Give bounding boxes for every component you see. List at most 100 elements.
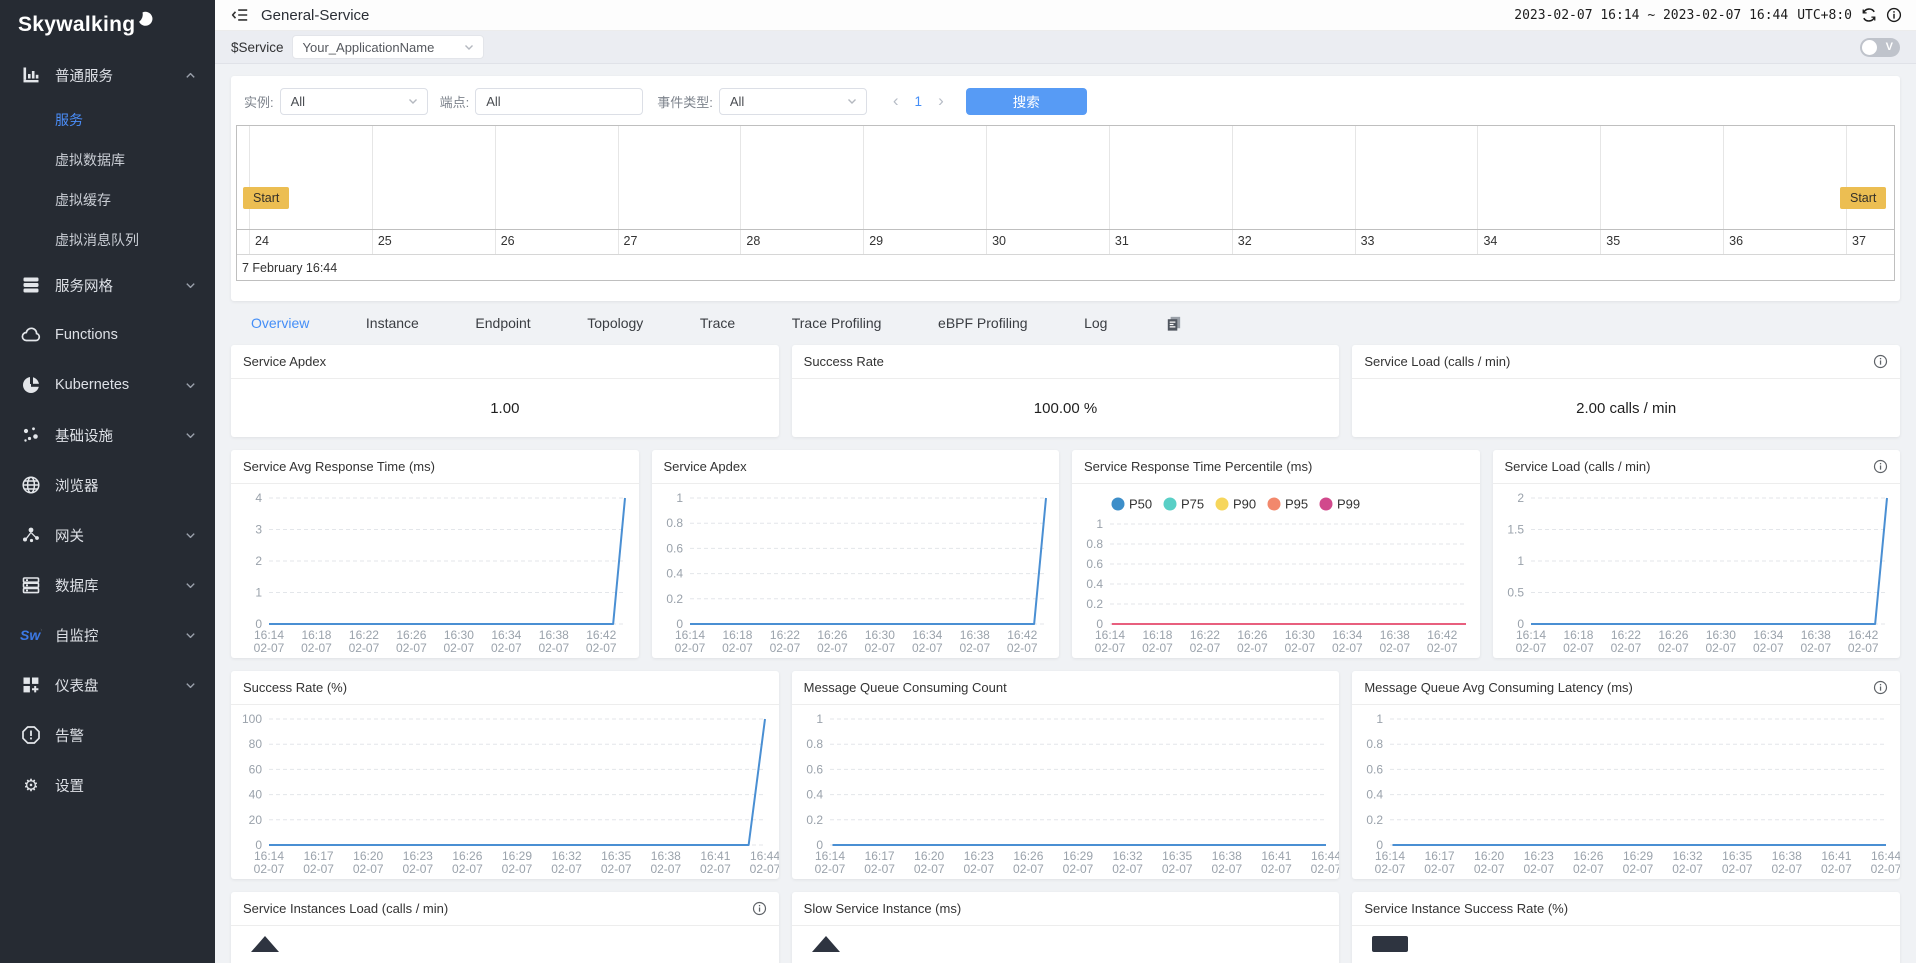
- version-toggle[interactable]: V: [1860, 38, 1900, 57]
- event-timeline[interactable]: StartStart 2425262728293031323334353637 …: [236, 125, 1895, 281]
- sidebar-subitem-虚拟数据库[interactable]: 虚拟数据库: [0, 140, 215, 180]
- info-icon[interactable]: [1873, 680, 1888, 695]
- line-chart: 21.510.5016:1402-0716:1802-0716:2202-071…: [1493, 484, 1901, 658]
- database-icon: [20, 575, 42, 595]
- tab-trace-profiling[interactable]: Trace Profiling: [792, 315, 882, 331]
- svg-text:16:4202-07: 16:4202-07: [1427, 628, 1458, 655]
- search-button[interactable]: 搜索: [966, 88, 1087, 115]
- chevron-down-icon: [463, 41, 475, 53]
- svg-text:20: 20: [249, 813, 263, 827]
- info-icon[interactable]: [1873, 354, 1888, 369]
- card-title: Service Instance Success Rate (%): [1364, 901, 1568, 916]
- timeline-gridline: [863, 126, 864, 229]
- instance-select[interactable]: All: [280, 88, 428, 115]
- time-range[interactable]: 2023-02-07 16:14 ~ 2023-02-07 16:44: [1514, 8, 1788, 23]
- sidebar-item-基础设施[interactable]: 基础设施: [0, 410, 215, 460]
- timeline-gridline: [1355, 126, 1356, 229]
- logo-text: Skywalking: [18, 13, 135, 37]
- svg-text:16:1802-07: 16:1802-07: [1142, 628, 1173, 655]
- sidebar-subitem-虚拟缓存[interactable]: 虚拟缓存: [0, 180, 215, 220]
- tab-ebpf-profiling[interactable]: eBPF Profiling: [938, 315, 1027, 331]
- card-service-load-calls-min-: Service Load (calls / min)21.510.5016:14…: [1493, 450, 1901, 658]
- timeline-grid: Start Start: [237, 126, 1894, 229]
- sidebar-item-普通服务[interactable]: 普通服务: [0, 50, 215, 100]
- sidebar-subitem-虚拟消息队列[interactable]: 虚拟消息队列: [0, 220, 215, 260]
- endpoint-filter-label: 端点:: [440, 92, 470, 111]
- svg-text:16:3402-07: 16:3402-07: [1332, 628, 1363, 655]
- sidebar-subitem-服务[interactable]: 服务: [0, 100, 215, 140]
- svg-text:0.2: 0.2: [1086, 597, 1103, 611]
- svg-text:0.8: 0.8: [1086, 537, 1103, 551]
- tab-overview[interactable]: Overview: [251, 315, 309, 331]
- svg-text:1.5: 1.5: [1507, 523, 1524, 537]
- svg-text:16:2302-07: 16:2302-07: [963, 849, 994, 876]
- svg-text:0.4: 0.4: [806, 788, 823, 802]
- tab-topology[interactable]: Topology: [587, 315, 643, 331]
- card-service-response-time-percentile-ms-: Service Response Time Percentile (ms)P50…: [1072, 450, 1480, 658]
- service-select[interactable]: Your_ApplicationName: [292, 35, 484, 59]
- svg-text:16:2602-07: 16:2602-07: [1573, 849, 1604, 876]
- export-pages-icon[interactable]: [1164, 314, 1183, 333]
- svg-text:16:1702-07: 16:1702-07: [864, 849, 895, 876]
- sw-icon: Sw: [20, 625, 42, 645]
- svg-text:16:3202-07: 16:3202-07: [1112, 849, 1143, 876]
- svg-text:3: 3: [255, 523, 262, 537]
- sidebar: Skywalking 普通服务服务虚拟数据库虚拟缓存虚拟消息队列服务网格Func…: [0, 0, 215, 963]
- card-title: Message Queue Avg Consuming Latency (ms): [1364, 680, 1633, 695]
- sidebar-item-告警[interactable]: 告警: [0, 710, 215, 760]
- next-page-icon[interactable]: ›: [938, 91, 944, 111]
- svg-text:16:2302-07: 16:2302-07: [1524, 849, 1555, 876]
- event-type-select[interactable]: All: [719, 88, 867, 115]
- legend-label: P50: [1129, 497, 1152, 512]
- sidebar-item-自监控[interactable]: Sw自监控: [0, 610, 215, 660]
- refresh-icon[interactable]: [1861, 7, 1877, 23]
- legend-label: P95: [1285, 497, 1308, 512]
- sidebar-item-仪表盘[interactable]: 仪表盘: [0, 660, 215, 710]
- sidebar-item-Functions[interactable]: Functions: [0, 310, 215, 360]
- svg-text:0.2: 0.2: [666, 592, 683, 606]
- event-panel: 实例: All 端点: All 事件类型: All ‹: [231, 76, 1900, 301]
- svg-text:16:3202-07: 16:3202-07: [551, 849, 582, 876]
- timeline-tick: [1232, 230, 1233, 254]
- timeline-tick-label: 35: [1606, 234, 1620, 248]
- svg-text:16:1702-07: 16:1702-07: [303, 849, 334, 876]
- timeline-tick-label: 24: [255, 234, 269, 248]
- endpoint-input[interactable]: All: [475, 88, 643, 115]
- event-type-filter-label: 事件类型:: [657, 92, 713, 111]
- info-icon[interactable]: [1873, 459, 1888, 474]
- top-header: General-Service 2023-02-07 16:14 ~ 2023-…: [215, 0, 1916, 31]
- info-icon[interactable]: [1886, 7, 1902, 23]
- svg-text:16:1402-07: 16:1402-07: [814, 849, 845, 876]
- card-service-instance-success-rate-: Service Instance Success Rate (%): [1352, 892, 1900, 963]
- sidebar-item-Kubernetes[interactable]: Kubernetes: [0, 360, 215, 410]
- tab-trace[interactable]: Trace: [700, 315, 735, 331]
- sidebar-item-网关[interactable]: 网关: [0, 510, 215, 560]
- event-start-badge[interactable]: Start: [1840, 187, 1886, 209]
- page-number[interactable]: 1: [915, 94, 923, 109]
- event-start-badge[interactable]: Start: [243, 187, 289, 209]
- timeline-gridline: [1109, 126, 1110, 229]
- svg-text:1: 1: [676, 491, 683, 505]
- timeline-gridline: [1600, 126, 1601, 229]
- line-chart: 10.80.60.40.2016:1402-0716:1702-0716:200…: [792, 705, 1340, 879]
- sidebar-item-数据库[interactable]: 数据库: [0, 560, 215, 610]
- tab-log[interactable]: Log: [1084, 315, 1107, 331]
- timeline-tick-label: 32: [1238, 234, 1252, 248]
- line-chart: 10.80.60.40.2016:1402-0716:1702-0716:200…: [1352, 705, 1900, 879]
- svg-text:16:3002-07: 16:3002-07: [444, 628, 475, 655]
- timeline-tick-label: 31: [1115, 234, 1129, 248]
- info-icon[interactable]: [752, 901, 767, 916]
- chevron-up-icon: [184, 69, 197, 82]
- series-apdex: [690, 498, 1046, 624]
- svg-text:16:4202-07: 16:4202-07: [1847, 628, 1878, 655]
- tab-endpoint[interactable]: Endpoint: [475, 315, 530, 331]
- sidebar-item-浏览器[interactable]: 浏览器: [0, 460, 215, 510]
- prev-page-icon[interactable]: ‹: [893, 91, 899, 111]
- sidebar-item-设置[interactable]: ⚙设置: [0, 760, 215, 810]
- collapse-sidebar-icon[interactable]: [231, 6, 249, 24]
- tab-instance[interactable]: Instance: [366, 315, 419, 331]
- timeline-tick: [1109, 230, 1110, 254]
- sidebar-item-服务网格[interactable]: 服务网格: [0, 260, 215, 310]
- svg-text:0.4: 0.4: [1367, 788, 1384, 802]
- svg-text:0.8: 0.8: [806, 737, 823, 751]
